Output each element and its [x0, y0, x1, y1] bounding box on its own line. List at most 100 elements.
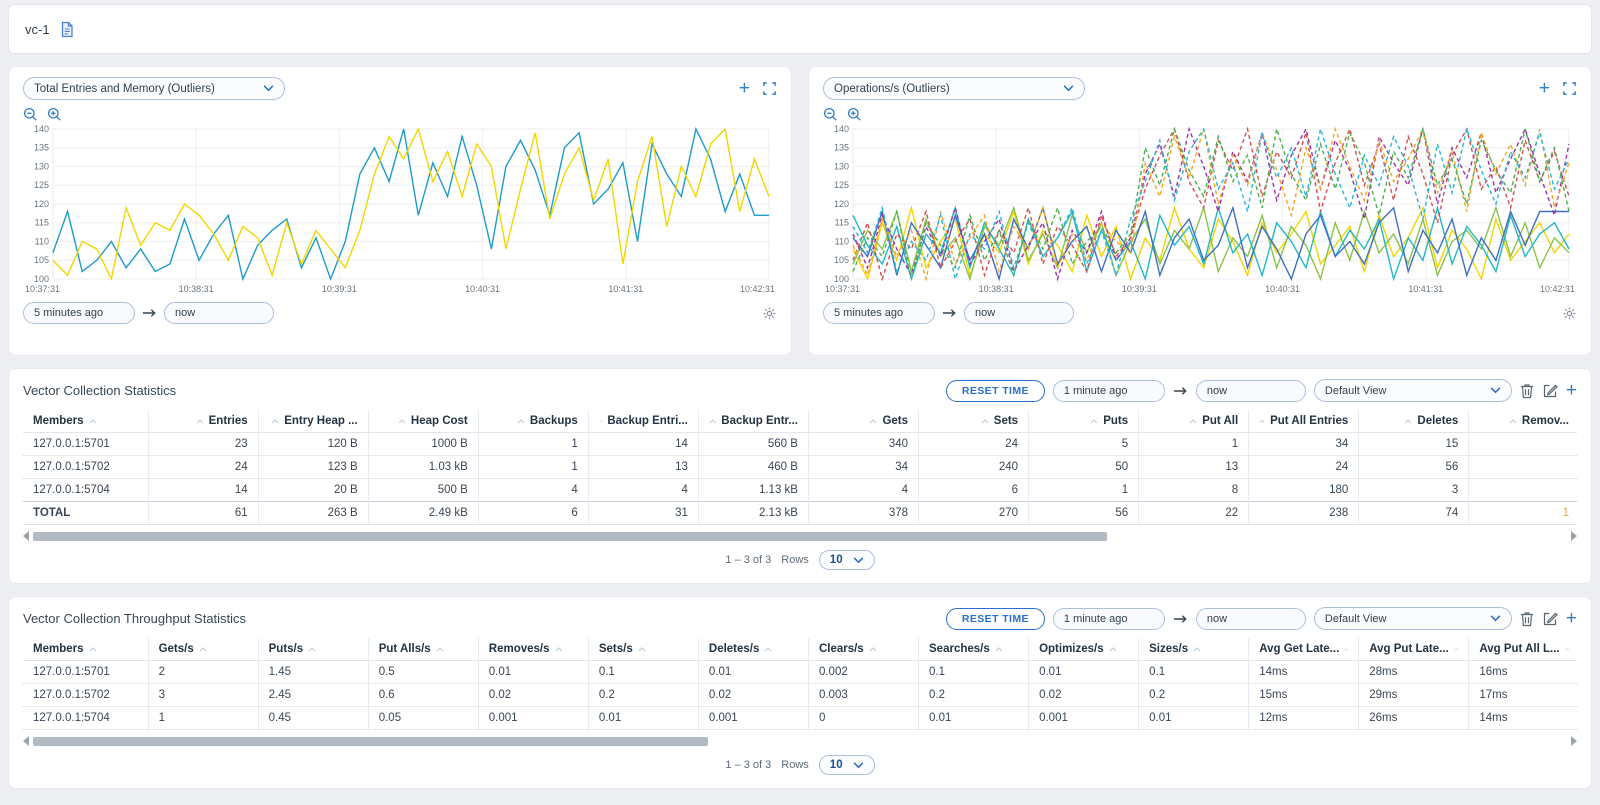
document-icon[interactable]: [59, 21, 75, 38]
column-header[interactable]: Heap Cost: [368, 410, 478, 433]
view-select[interactable]: Default View: [1314, 379, 1512, 402]
column-header[interactable]: Sets: [919, 410, 1029, 433]
add-chart-icon[interactable]: +: [1539, 82, 1550, 96]
time-from-input[interactable]: 5 minutes ago: [823, 302, 935, 324]
svg-text:135: 135: [34, 143, 49, 153]
fullscreen-icon[interactable]: [1562, 81, 1577, 96]
zoom-in-icon[interactable]: [847, 107, 862, 122]
time-to-input[interactable]: now: [1196, 608, 1306, 630]
column-header[interactable]: Puts/s: [258, 638, 368, 661]
scroll-left-icon[interactable]: [23, 531, 29, 541]
table-cell: 61: [148, 502, 258, 525]
column-header[interactable]: Avg Put Late...: [1359, 638, 1469, 661]
table-row: 127.0.0.1:570123120 B1000 B114560 B34024…: [23, 433, 1577, 456]
time-to-input[interactable]: now: [164, 302, 274, 324]
table-cell: 56: [1359, 456, 1469, 479]
table-cell: 20 B: [258, 479, 368, 502]
table-cell: 12ms: [1249, 707, 1359, 730]
column-header[interactable]: Members: [23, 638, 148, 661]
page-size-select[interactable]: 10: [819, 550, 875, 570]
table-cell: 1.45: [258, 661, 368, 684]
reset-time-button[interactable]: RESET TIME: [946, 380, 1045, 402]
column-header[interactable]: Put All: [1139, 410, 1249, 433]
reset-time-button[interactable]: RESET TIME: [946, 608, 1045, 630]
table-cell: 50: [1029, 456, 1139, 479]
column-header[interactable]: Clears/s: [808, 638, 918, 661]
column-header[interactable]: Backups: [478, 410, 588, 433]
line-chart-operations[interactable]: 10010511011512012513013514010:37:3110:38…: [823, 124, 1577, 296]
delete-view-icon[interactable]: [1520, 611, 1534, 627]
time-from-input[interactable]: 1 minute ago: [1053, 380, 1165, 402]
scroll-right-icon[interactable]: [1571, 531, 1577, 541]
column-header[interactable]: Gets/s: [148, 638, 258, 661]
gear-icon[interactable]: [762, 306, 777, 321]
time-to-input[interactable]: now: [1196, 380, 1306, 402]
table-cell: 2.13 kB: [698, 502, 808, 525]
sort-caret-icon: [1259, 419, 1265, 424]
metric-select[interactable]: Total Entries and Memory (Outliers): [23, 77, 285, 100]
column-header[interactable]: Put All Entries: [1249, 410, 1359, 433]
column-header[interactable]: Deletes: [1359, 410, 1469, 433]
table-cell: 0.1: [1139, 661, 1249, 684]
table-cell: 0.001: [1029, 707, 1139, 730]
column-header[interactable]: Put Alls/s: [368, 638, 478, 661]
edit-view-icon[interactable]: [1542, 611, 1558, 627]
zoom-out-icon[interactable]: [823, 107, 838, 122]
column-header[interactable]: Entries: [148, 410, 258, 433]
dashboard-page: vc-1 Total Entries and Memory (Outliers)…: [0, 0, 1600, 793]
table-cell: 180: [1249, 479, 1359, 502]
scrollbar-thumb[interactable]: [33, 737, 708, 746]
scroll-left-icon[interactable]: [23, 736, 29, 746]
page-size-value: 10: [830, 759, 843, 771]
column-header[interactable]: Entry Heap ...: [258, 410, 368, 433]
column-header[interactable]: Puts: [1029, 410, 1139, 433]
svg-text:115: 115: [35, 218, 49, 228]
page-size-select[interactable]: 10: [819, 755, 875, 775]
zoom-in-icon[interactable]: [47, 107, 62, 122]
edit-view-icon[interactable]: [1542, 383, 1558, 399]
add-view-icon[interactable]: +: [1566, 384, 1577, 398]
horizontal-scrollbar[interactable]: [23, 531, 1577, 541]
sort-caret-icon: [1189, 419, 1197, 424]
arrow-right-icon: [1173, 386, 1188, 396]
table-cell: 24: [919, 433, 1029, 456]
line-chart-entries-memory[interactable]: 10010511011512012513013514010:37:3110:38…: [23, 124, 777, 296]
time-from-input[interactable]: 5 minutes ago: [23, 302, 135, 324]
svg-text:10:39:31: 10:39:31: [322, 284, 357, 294]
table-cell: 1000 B: [368, 433, 478, 456]
table-header-row: MembersGets/sPuts/sPut Alls/sRemoves/sSe…: [23, 638, 1577, 661]
scroll-right-icon[interactable]: [1571, 736, 1577, 746]
delete-view-icon[interactable]: [1520, 383, 1534, 399]
column-header[interactable]: Sizes/s: [1139, 638, 1249, 661]
view-select[interactable]: Default View: [1314, 607, 1512, 630]
column-header[interactable]: Gets: [808, 410, 918, 433]
add-chart-icon[interactable]: +: [739, 82, 750, 96]
column-header[interactable]: Searches/s: [919, 638, 1029, 661]
column-header[interactable]: Backup Entr...: [698, 410, 808, 433]
time-to-input[interactable]: now: [964, 302, 1074, 324]
column-header[interactable]: Remov...: [1469, 410, 1577, 433]
sort-caret-icon: [398, 419, 406, 424]
horizontal-scrollbar[interactable]: [23, 736, 1577, 746]
column-header[interactable]: Removes/s: [478, 638, 588, 661]
table-cell: 13: [1139, 456, 1249, 479]
column-header[interactable]: Backup Entri...: [588, 410, 698, 433]
column-header[interactable]: Members: [23, 410, 148, 433]
time-from-input[interactable]: 1 minute ago: [1053, 608, 1165, 630]
column-header[interactable]: Sets/s: [588, 638, 698, 661]
zoom-out-icon[interactable]: [23, 107, 38, 122]
throughput-table: MembersGets/sPuts/sPut Alls/sRemoves/sSe…: [23, 638, 1577, 730]
svg-text:120: 120: [34, 199, 49, 209]
add-view-icon[interactable]: +: [1566, 612, 1577, 626]
sort-caret-icon: [89, 647, 97, 652]
sort-caret-icon: [869, 647, 877, 652]
column-header[interactable]: Optimizes/s: [1029, 638, 1139, 661]
table-cell: 3: [148, 684, 258, 707]
column-header[interactable]: Avg Get Late...: [1249, 638, 1359, 661]
fullscreen-icon[interactable]: [762, 81, 777, 96]
scrollbar-thumb[interactable]: [33, 532, 1107, 541]
column-header[interactable]: Deletes/s: [698, 638, 808, 661]
column-header[interactable]: Avg Put All L...: [1469, 638, 1577, 661]
metric-select[interactable]: Operations/s (Outliers): [823, 77, 1085, 100]
gear-icon[interactable]: [1562, 306, 1577, 321]
